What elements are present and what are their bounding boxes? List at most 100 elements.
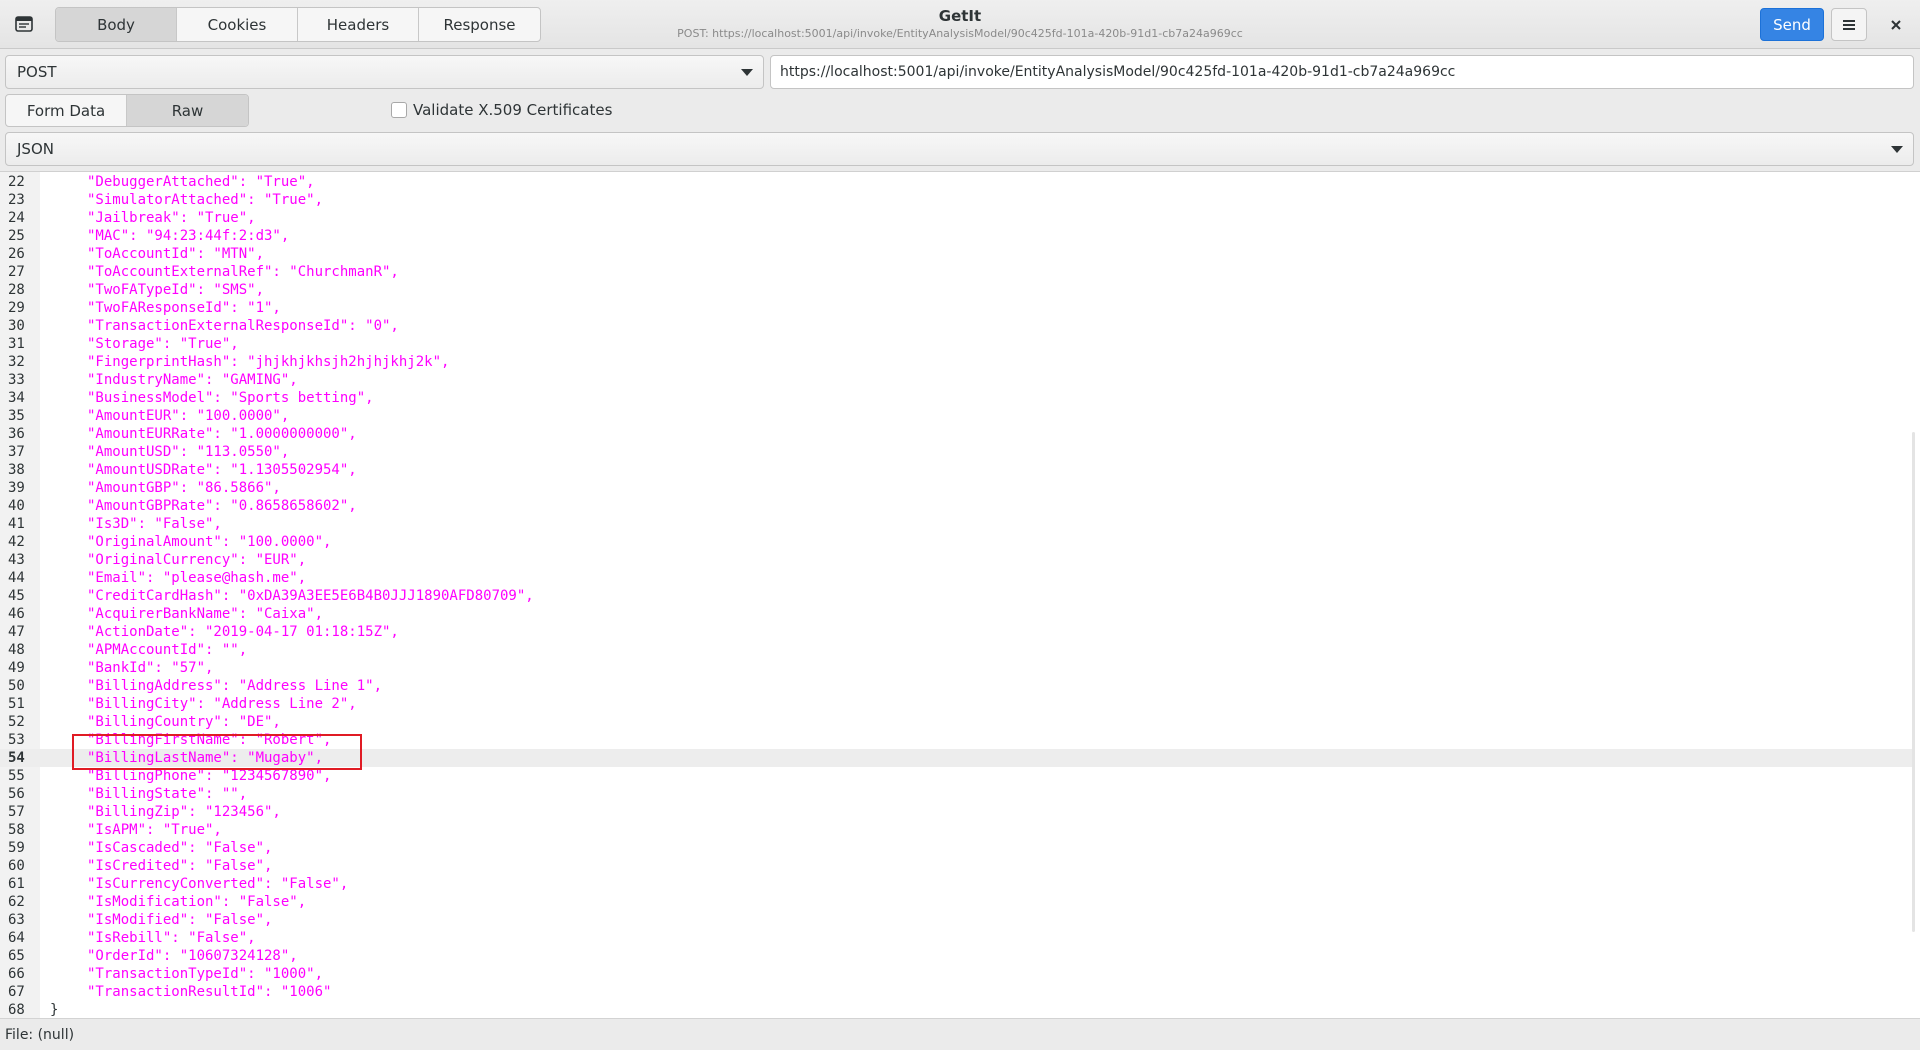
code-line[interactable]: 49 "BankId": "57", [0, 659, 1915, 677]
code-line[interactable]: 54 "BillingLastName": "Mugaby", [0, 749, 1915, 767]
line-number: 59 [8, 840, 25, 856]
hamburger-menu-icon[interactable] [1831, 8, 1867, 41]
code-line[interactable]: 44 "Email": "please@hash.me", [0, 569, 1915, 587]
code-line[interactable]: 58 "IsAPM": "True", [0, 821, 1915, 839]
code-text: "Storage": "True", [87, 336, 239, 352]
code-text: "AmountEUR": "100.0000", [87, 408, 290, 424]
code-text: "CreditCardHash": "0xDA39A3EE5E6B4B0JJJ1… [87, 588, 534, 604]
tab-body[interactable]: Body [56, 8, 177, 41]
url-input[interactable]: https://localhost:5001/api/invoke/Entity… [770, 55, 1914, 89]
tab-form-data[interactable]: Form Data [6, 95, 127, 126]
code-line[interactable]: 25 "MAC": "94:23:44f:2:d3", [0, 227, 1915, 245]
validate-certificates-checkbox[interactable] [391, 102, 407, 118]
code-text: } [50, 1002, 59, 1018]
code-text: "BillingAddress": "Address Line 1", [87, 678, 383, 694]
code-line[interactable]: 30 "TransactionExternalResponseId": "0", [0, 317, 1915, 335]
method-select[interactable]: POST [5, 55, 764, 89]
line-number: 39 [8, 480, 25, 496]
chevron-down-icon [1891, 146, 1903, 153]
code-line[interactable]: 36 "AmountEURRate": "1.0000000000", [0, 425, 1915, 443]
code-line[interactable]: 41 "Is3D": "False", [0, 515, 1915, 533]
code-line[interactable]: 62 "IsModification": "False", [0, 893, 1915, 911]
line-number: 40 [8, 498, 25, 514]
line-number: 33 [8, 372, 25, 388]
code-line[interactable]: 47 "ActionDate": "2019-04-17 01:18:15Z", [0, 623, 1915, 641]
code-line[interactable]: 39 "AmountGBP": "86.5866", [0, 479, 1915, 497]
file-status: File: (null) [5, 1026, 75, 1043]
line-number: 49 [8, 660, 25, 676]
line-number: 60 [8, 858, 25, 874]
code-line[interactable]: 28 "TwoFATypeId": "SMS", [0, 281, 1915, 299]
code-line[interactable]: 22 "DebuggerAttached": "True", [0, 173, 1915, 191]
code-line[interactable]: 55 "BillingPhone": "1234567890", [0, 767, 1915, 785]
code-line[interactable]: 35 "AmountEUR": "100.0000", [0, 407, 1915, 425]
send-button[interactable]: Send [1760, 8, 1824, 41]
scrollbar[interactable] [1912, 432, 1915, 932]
validate-certificates-option[interactable]: Validate X.509 Certificates [391, 100, 612, 120]
code-line[interactable]: 57 "BillingZip": "123456", [0, 803, 1915, 821]
header-bar: Body Cookies Headers Response GetIt POST… [0, 0, 1920, 49]
code-line[interactable]: 32 "FingerprintHash": "jhjkhjkhsjh2hjhjkh… [0, 353, 1915, 371]
line-number: 53 [8, 732, 25, 748]
format-select[interactable]: JSON [5, 132, 1914, 166]
code-text: "TransactionExternalResponseId": "0", [87, 318, 399, 334]
code-line[interactable]: 23 "SimulatorAttached": "True", [0, 191, 1915, 209]
code-line[interactable]: 26 "ToAccountId": "MTN", [0, 245, 1915, 263]
code-line[interactable]: 43 "OriginalCurrency": "EUR", [0, 551, 1915, 569]
code-editor[interactable]: 22 "DebuggerAttached": "True", 23 "Simulato… [0, 171, 1920, 1018]
code-line[interactable]: 60 "IsCredited": "False", [0, 857, 1915, 875]
code-line[interactable]: 52 "BillingCountry": "DE", [0, 713, 1915, 731]
line-number: 48 [8, 642, 25, 658]
tab-response[interactable]: Response [419, 8, 540, 41]
code-text: "OriginalAmount": "100.0000", [87, 534, 332, 550]
line-number: 54 [8, 750, 25, 766]
code-line[interactable]: 37 "AmountUSD": "113.0550", [0, 443, 1915, 461]
code-line[interactable]: 27 "ToAccountExternalRef": "ChurchmanR", [0, 263, 1915, 281]
line-number: 25 [8, 228, 25, 244]
code-text: "BillingPhone": "1234567890", [87, 768, 332, 784]
code-line[interactable]: 65 "OrderId": "10607324128", [0, 947, 1915, 965]
code-line[interactable]: 48 "APMAccountId": "", [0, 641, 1915, 659]
tab-raw[interactable]: Raw [127, 95, 248, 126]
code-text: "IsRebill": "False", [87, 930, 256, 946]
line-number: 57 [8, 804, 25, 820]
code-line[interactable]: 42 "OriginalAmount": "100.0000", [0, 533, 1915, 551]
line-number: 50 [8, 678, 25, 694]
line-number: 58 [8, 822, 25, 838]
code-line[interactable]: 66 "TransactionTypeId": "1000", [0, 965, 1915, 983]
code-line[interactable]: 31 "Storage": "True", [0, 335, 1915, 353]
code-line[interactable]: 24 "Jailbreak": "True", [0, 209, 1915, 227]
code-text: "IsAPM": "True", [87, 822, 222, 838]
code-line[interactable]: 53 "BillingFirstName": "Robert", [0, 731, 1915, 749]
code-line[interactable]: 59 "IsCascaded": "False", [0, 839, 1915, 857]
validate-certificates-label: Validate X.509 Certificates [413, 101, 613, 119]
code-line[interactable]: 38 "AmountUSDRate": "1.1305502954", [0, 461, 1915, 479]
code-line[interactable]: 40 "AmountGBPRate": "0.8658658602", [0, 497, 1915, 515]
code-text: "BillingState": "", [87, 786, 248, 802]
code-line[interactable]: 63 "IsModified": "False", [0, 911, 1915, 929]
window-subtitle: POST: https://localhost:5001/api/invoke/… [677, 27, 1243, 40]
status-bar: File: (null) [0, 1018, 1920, 1050]
code-line[interactable]: 64 "IsRebill": "False", [0, 929, 1915, 947]
code-line[interactable]: 45 "CreditCardHash": "0xDA39A3EE5E6B4B0JJ… [0, 587, 1915, 605]
line-number: 65 [8, 948, 25, 964]
code-line[interactable]: 61 "IsCurrencyConverted": "False", [0, 875, 1915, 893]
code-text: "BillingFirstName": "Robert", [87, 732, 332, 748]
tab-cookies[interactable]: Cookies [177, 8, 298, 41]
code-line[interactable]: 29 "TwoFAResponseId": "1", [0, 299, 1915, 317]
code-line[interactable]: 51 "BillingCity": "Address Line 2", [0, 695, 1915, 713]
code-text: "IsModification": "False", [87, 894, 307, 910]
tab-headers[interactable]: Headers [298, 8, 419, 41]
code-line[interactable]: 68} [0, 1001, 1915, 1018]
code-line[interactable]: 50 "BillingAddress": "Address Line 1", [0, 677, 1915, 695]
code-line[interactable]: 34 "BusinessModel": "Sports betting", [0, 389, 1915, 407]
code-line[interactable]: 33 "IndustryName": "GAMING", [0, 371, 1915, 389]
line-number: 42 [8, 534, 25, 550]
code-line[interactable]: 46 "AcquirerBankName": "Caixa", [0, 605, 1915, 623]
app-window-icon[interactable] [14, 14, 34, 34]
line-number: 68 [8, 1002, 25, 1018]
code-line[interactable]: 56 "BillingState": "", [0, 785, 1915, 803]
close-icon[interactable] [1880, 8, 1912, 41]
line-number: 41 [8, 516, 25, 532]
code-line[interactable]: 67 "TransactionResultId": "1006" [0, 983, 1915, 1001]
